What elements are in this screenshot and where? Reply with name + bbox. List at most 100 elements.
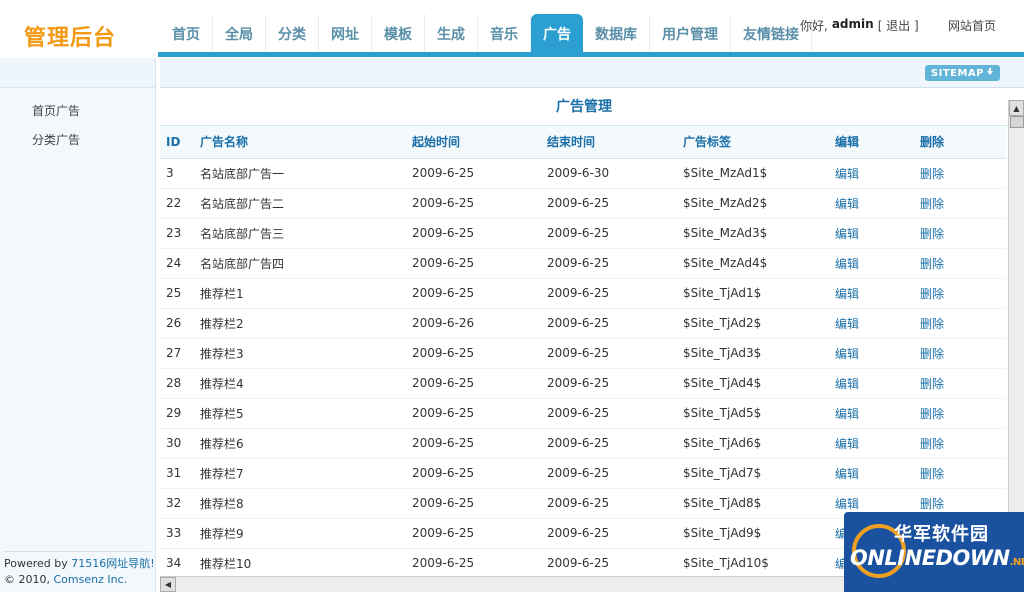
header-divider — [158, 52, 1024, 57]
delete-link[interactable]: 删除 — [914, 458, 1006, 489]
cell-start-date: 2009-6-25 — [406, 398, 541, 429]
table-row: 22 名站底部广告二 2009-6-25 2009-6-25 $Site_MzAd2$ 编… — [160, 188, 1006, 219]
delete-link[interactable]: 删除 — [914, 278, 1006, 309]
cell-tag: $Site_TjAd10$ — [677, 548, 829, 576]
cell-end-date: 2009-6-25 — [541, 278, 677, 309]
delete-link[interactable]: 删除 — [914, 308, 1006, 339]
cell-start-date: 2009-6-25 — [406, 218, 541, 249]
delete-link[interactable]: 删除 — [914, 248, 1006, 279]
nav-tab-urls[interactable]: 网址 — [319, 14, 372, 54]
cell-name: 推荐栏4 — [194, 368, 406, 399]
powered-by-text: Powered by — [4, 557, 68, 570]
cell-tag: $Site_MzAd2$ — [677, 188, 829, 219]
cell-name: 推荐栏3 — [194, 338, 406, 369]
copyright-text: © 2010, — [4, 573, 50, 586]
top-nav: 首页 全局 分类 网址 模板 生成 音乐 广告 数据库 用户管理 友情链接 — [160, 14, 812, 54]
cell-id: 34 — [160, 548, 194, 576]
scroll-left-icon[interactable]: ◀ — [160, 577, 176, 592]
edit-link[interactable]: 编辑 — [829, 398, 914, 429]
cell-end-date: 2009-6-25 — [541, 398, 677, 429]
edit-link[interactable]: 编辑 — [829, 158, 914, 189]
cell-start-date: 2009-6-25 — [406, 278, 541, 309]
column-header-edit: 编辑 — [829, 126, 914, 159]
sitemap-button[interactable]: SITEMAP — [924, 65, 1000, 81]
vertical-scrollbar[interactable]: ▲ — [1008, 100, 1024, 576]
cell-tag: $Site_TjAd2$ — [677, 308, 829, 339]
nav-tab-music[interactable]: 音乐 — [478, 14, 531, 54]
table-row: 23 名站底部广告三 2009-6-25 2009-6-25 $Site_MzAd3$ 编… — [160, 218, 1006, 249]
nav-tab-templates[interactable]: 模板 — [372, 14, 425, 54]
scrollbar-thumb[interactable] — [1010, 116, 1024, 128]
watermark-en-suffix: .NET — [1009, 557, 1024, 568]
edit-link[interactable]: 编辑 — [829, 458, 914, 489]
sitemap-label: SITEMAP — [930, 67, 984, 79]
edit-link[interactable]: 编辑 — [829, 218, 914, 249]
nav-tab-ads[interactable]: 广告 — [531, 14, 583, 54]
cell-start-date: 2009-6-25 — [406, 458, 541, 489]
watermark-en-text: ONLINEDOWN.NET — [850, 546, 1024, 570]
logout-link[interactable]: [ 退出 ] — [878, 17, 919, 34]
cell-id: 29 — [160, 398, 194, 429]
cell-name: 推荐栏5 — [194, 398, 406, 429]
column-header-start: 起始时间 — [406, 126, 541, 159]
edit-link[interactable]: 编辑 — [829, 308, 914, 339]
cell-end-date: 2009-6-25 — [541, 248, 677, 279]
sidebar-menu: 首页广告 分类广告 — [0, 88, 155, 154]
cell-tag: $Site_MzAd3$ — [677, 218, 829, 249]
cell-end-date: 2009-6-25 — [541, 518, 677, 549]
delete-link[interactable]: 删除 — [914, 218, 1006, 249]
cell-name: 名站底部广告二 — [194, 188, 406, 219]
sidebar-item-home-ads[interactable]: 首页广告 — [0, 96, 155, 125]
watermark-cn-text: 华军软件园 — [894, 524, 989, 545]
ads-table: ID 广告名称 起始时间 结束时间 广告标签 编辑 删除 3 名站底部广告一 200… — [160, 126, 1006, 576]
main-panel: 广告管理 ID 广告名称 起始时间 结束时间 广告标签 编辑 删除 3 名站底部广… — [160, 92, 1008, 576]
table-row: 31 推荐栏7 2009-6-25 2009-6-25 $Site_TjAd7$ 编辑 删除 — [160, 458, 1006, 489]
cell-start-date: 2009-6-25 — [406, 188, 541, 219]
delete-link[interactable]: 删除 — [914, 188, 1006, 219]
cell-tag: $Site_TjAd6$ — [677, 428, 829, 459]
cell-end-date: 2009-6-25 — [541, 308, 677, 339]
cell-end-date: 2009-6-25 — [541, 368, 677, 399]
cell-tag: $Site_TjAd3$ — [677, 338, 829, 369]
edit-link[interactable]: 编辑 — [829, 368, 914, 399]
delete-link[interactable]: 删除 — [914, 158, 1006, 189]
cell-name: 推荐栏1 — [194, 278, 406, 309]
sidebar-header — [0, 58, 155, 88]
table-row: 30 推荐栏6 2009-6-25 2009-6-25 $Site_TjAd6$ 编辑 删除 — [160, 428, 1006, 459]
delete-link[interactable]: 删除 — [914, 428, 1006, 459]
column-header-id: ID — [160, 126, 194, 159]
edit-link[interactable]: 编辑 — [829, 428, 914, 459]
delete-link[interactable]: 删除 — [914, 338, 1006, 369]
nav-tab-home[interactable]: 首页 — [160, 14, 213, 54]
edit-link[interactable]: 编辑 — [829, 188, 914, 219]
cell-id: 27 — [160, 338, 194, 369]
scroll-up-icon[interactable]: ▲ — [1009, 100, 1024, 116]
sub-toolbar: SITEMAP — [160, 58, 1024, 88]
sidebar-item-category-ads[interactable]: 分类广告 — [0, 125, 155, 154]
copyright-line: © 2010, Comsenz Inc. — [4, 572, 155, 588]
table-row: 24 名站底部广告四 2009-6-25 2009-6-25 $Site_MzAd4$ 编… — [160, 248, 1006, 279]
cell-tag: $Site_TjAd8$ — [677, 488, 829, 519]
nav-tab-database[interactable]: 数据库 — [583, 14, 650, 54]
cell-name: 推荐栏7 — [194, 458, 406, 489]
nav-tab-generate[interactable]: 生成 — [425, 14, 478, 54]
cell-end-date: 2009-6-25 — [541, 458, 677, 489]
cell-start-date: 2009-6-25 — [406, 368, 541, 399]
edit-link[interactable]: 编辑 — [829, 278, 914, 309]
sidebar: 首页广告 分类广告 Powered by 71516网址导航! © 2010, … — [0, 58, 156, 592]
cell-start-date: 2009-6-25 — [406, 338, 541, 369]
nav-tab-global[interactable]: 全局 — [213, 14, 266, 54]
nav-tab-users[interactable]: 用户管理 — [650, 14, 731, 54]
delete-link[interactable]: 删除 — [914, 398, 1006, 429]
cell-id: 24 — [160, 248, 194, 279]
cell-name: 推荐栏6 — [194, 428, 406, 459]
copyright-link[interactable]: Comsenz Inc. — [54, 573, 128, 586]
powered-by-link[interactable]: 71516网址导航! — [71, 557, 154, 570]
site-home-link[interactable]: 网站首页 — [948, 17, 996, 34]
header: 管理后台 首页 全局 分类 网址 模板 生成 音乐 广告 数据库 用户管理 友情… — [0, 0, 1024, 58]
nav-tab-category[interactable]: 分类 — [266, 14, 319, 54]
edit-link[interactable]: 编辑 — [829, 338, 914, 369]
cell-name: 推荐栏10 — [194, 548, 406, 576]
delete-link[interactable]: 删除 — [914, 368, 1006, 399]
edit-link[interactable]: 编辑 — [829, 248, 914, 279]
